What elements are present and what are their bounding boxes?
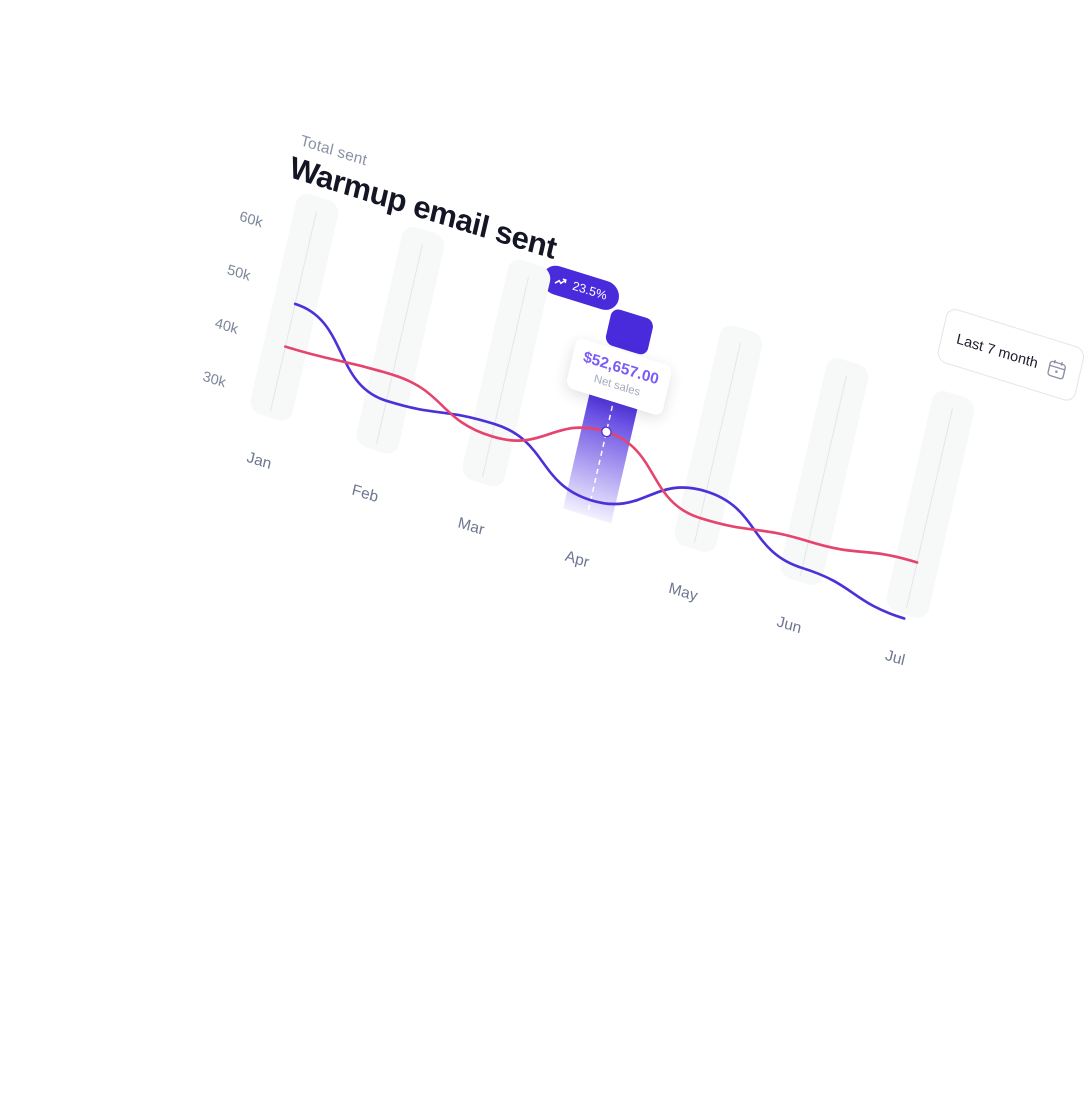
x-tick-label: Feb (350, 482, 380, 506)
x-tick-label: Jan (245, 449, 273, 473)
y-tick-label: 50k (226, 262, 253, 285)
y-tick-label: 30k (201, 369, 228, 392)
line-chart: Jan Feb Mar Apr May Jun Jul 60k 50k 40k 30k (201, 193, 975, 669)
x-tick-label: Jul (884, 647, 907, 669)
chart-card: Total sent Warmup email sent 23.5% Last … (0, 0, 1091, 1118)
y-tick-label: 40k (213, 316, 240, 339)
y-tick-label: 60k (238, 209, 265, 232)
x-tick-label: Mar (456, 514, 486, 538)
x-tick-label: May (667, 580, 699, 605)
x-tick-label: Jun (775, 613, 803, 637)
x-tick-label: Apr (564, 548, 591, 572)
